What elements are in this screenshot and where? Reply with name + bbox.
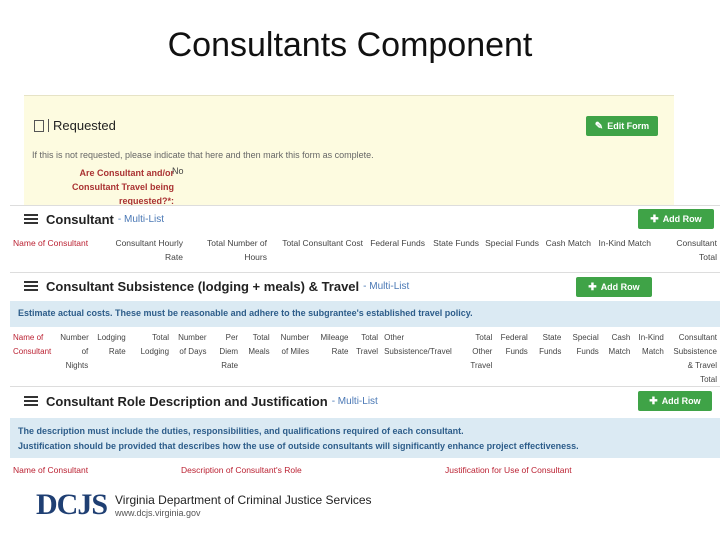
column-header[interactable]: State Funds bbox=[531, 329, 565, 389]
column-header[interactable]: Cash Match bbox=[602, 329, 634, 389]
column-header[interactable]: Number of Days bbox=[172, 329, 209, 389]
dcjs-logo: DCJS Virginia Department of Criminal Jus… bbox=[36, 488, 372, 522]
document-icon bbox=[34, 120, 44, 132]
consultant-requested-label: Are Consultant and/or Consultant Travel … bbox=[71, 168, 174, 205]
list-icon bbox=[24, 394, 38, 408]
column-header[interactable]: Special Funds bbox=[482, 234, 542, 266]
edit-form-button[interactable]: ✎ Edit Form bbox=[586, 116, 658, 136]
role-column-headers: Name of Consultant Description of Consul… bbox=[10, 461, 720, 479]
role-info-line-2: Justification should be provided that de… bbox=[18, 441, 579, 451]
column-header[interactable]: Total Travel bbox=[352, 329, 382, 389]
subsistence-add-row-button[interactable]: ✚ Add Row bbox=[576, 277, 652, 297]
column-header[interactable]: Name of Consultant bbox=[10, 329, 57, 389]
column-header[interactable]: Total Number of Hours bbox=[186, 234, 270, 266]
consultant-requested-value[interactable]: No bbox=[172, 166, 184, 176]
column-header[interactable]: Total Lodging bbox=[129, 329, 172, 389]
column-header[interactable]: Total Meals bbox=[241, 329, 273, 389]
org-url: www.dcjs.virginia.gov bbox=[115, 507, 201, 518]
column-header[interactable]: Total Other Travel bbox=[462, 329, 496, 389]
plus-icon: ✚ bbox=[650, 213, 659, 225]
column-header[interactable]: Number of Miles bbox=[273, 329, 312, 389]
column-header[interactable]: Consultant Subsistence & Travel Total bbox=[667, 329, 720, 389]
column-header[interactable]: Consultant Hourly Rate bbox=[94, 234, 186, 266]
column-header[interactable]: Name of Consultant bbox=[10, 234, 94, 266]
requested-panel: Requested ✎ Edit Form If this is not req… bbox=[24, 95, 674, 205]
column-header[interactable]: Number of Nights bbox=[57, 329, 91, 389]
column-header[interactable]: Mileage Rate bbox=[312, 329, 351, 389]
column-header[interactable]: In-Kind Match bbox=[594, 234, 654, 266]
plus-icon: ✚ bbox=[649, 395, 658, 407]
role-info-line-1: The description must include the duties,… bbox=[18, 426, 464, 436]
requested-title: Requested bbox=[53, 118, 116, 133]
org-name: Virginia Department of Criminal Justice … bbox=[115, 492, 372, 507]
subsistence-section: Consultant Subsistence (lodging + meals)… bbox=[10, 272, 720, 384]
requested-header: Requested bbox=[34, 118, 116, 133]
requested-hint: If this is not requested, please indicat… bbox=[32, 150, 374, 160]
column-header[interactable]: Name of Consultant bbox=[10, 461, 178, 479]
list-icon bbox=[24, 212, 38, 226]
column-header[interactable]: Description of Consultant's Role bbox=[178, 461, 442, 479]
slide-title: Consultants Component bbox=[167, 26, 533, 64]
column-header[interactable]: State Funds bbox=[428, 234, 482, 266]
consultant-add-row-button[interactable]: ✚ Add Row bbox=[638, 209, 714, 229]
column-header[interactable]: Federal Funds bbox=[495, 329, 530, 389]
column-header[interactable]: Justification for Use of Consultant bbox=[442, 461, 712, 479]
column-header[interactable]: Cash Match bbox=[542, 234, 594, 266]
consultant-subtitle: - Multi-List bbox=[117, 213, 165, 225]
column-header[interactable]: Other Subsistence/Travel bbox=[381, 329, 462, 389]
subsistence-info-banner: Estimate actual costs. These must be rea… bbox=[10, 301, 720, 327]
column-header[interactable]: In-Kind Match bbox=[633, 329, 667, 389]
column-header[interactable]: Lodging Rate bbox=[91, 329, 128, 389]
consultant-title: Consultant bbox=[46, 211, 114, 227]
column-header[interactable]: Federal Funds bbox=[366, 234, 428, 266]
list-icon bbox=[24, 279, 38, 293]
dcjs-logo-mark: DCJS bbox=[36, 488, 108, 521]
subsistence-subtitle: - Multi-List bbox=[363, 280, 410, 292]
role-info-banner: The description must include the duties,… bbox=[10, 418, 720, 458]
column-header[interactable]: Per Diem Rate bbox=[210, 329, 242, 389]
role-title: Consultant Role Description and Justific… bbox=[46, 393, 328, 409]
plus-icon: ✚ bbox=[588, 281, 597, 293]
edit-icon: ✎ bbox=[594, 120, 604, 132]
consultant-column-headers: Name of Consultant Consultant Hourly Rat… bbox=[10, 234, 720, 266]
role-section: Consultant Role Description and Justific… bbox=[10, 386, 720, 478]
column-header[interactable]: Special Funds bbox=[564, 329, 601, 389]
role-subtitle: - Multi-List bbox=[331, 395, 378, 407]
consultant-section: Consultant - Multi-List ✚ Add Row Name o… bbox=[10, 205, 720, 267]
subsistence-title: Consultant Subsistence (lodging + meals)… bbox=[46, 278, 360, 294]
subsistence-column-headers: Name of Consultant Number of Nights Lodg… bbox=[10, 329, 720, 389]
column-header[interactable]: Consultant Total bbox=[654, 234, 720, 266]
column-header[interactable]: Total Consultant Cost bbox=[270, 234, 366, 266]
role-add-row-button[interactable]: ✚ Add Row bbox=[638, 391, 712, 411]
